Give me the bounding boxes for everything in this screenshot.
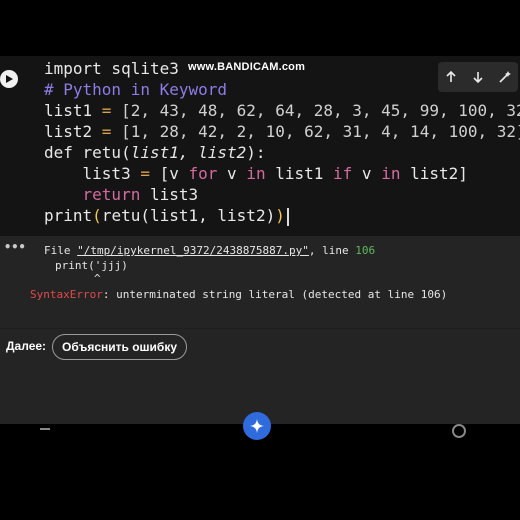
file-path-link[interactable]: "/tmp/ipykernel_9372/2438875887.py" (77, 244, 309, 257)
code-editor[interactable]: import sqlite3 # Python in Keyword list1 =… (44, 58, 520, 226)
file-prefix: File (44, 244, 78, 257)
gemini-fab-button[interactable] (243, 412, 271, 440)
code-line[interactable]: list3 = [v for v in list1 if v in list2] (44, 163, 520, 184)
code-line[interactable]: def retu(list1, list2): (44, 142, 520, 163)
code-line[interactable]: import sqlite3 (44, 58, 520, 79)
offending-code: print('jjj) (55, 259, 128, 272)
code-line[interactable]: list2 = [1, 28, 42, 2, 10, 62, 31, 4, 14… (44, 121, 520, 142)
code-token: ) (275, 206, 285, 225)
sparkle-icon (250, 419, 264, 433)
code-token: in (381, 164, 401, 183)
code-line[interactable]: print(retu(list1, list2)) (44, 205, 520, 226)
search-icon[interactable] (452, 424, 466, 438)
code-token: ): (246, 143, 266, 162)
error-caret: ^ (94, 272, 101, 285)
code-token: retu( (82, 143, 131, 162)
code-token: = (140, 164, 150, 183)
code-token: [2, 43, 48, 62, 64, 28, 3, 45, 99, 100, … (111, 101, 520, 120)
code-token: print (44, 206, 93, 225)
code-line[interactable]: # Python in Keyword (44, 79, 520, 100)
explain-error-button[interactable]: Объяснить ошибку (52, 334, 188, 360)
code-token: list1 (265, 164, 334, 183)
code-token: list3 (140, 185, 199, 204)
code-token: = (101, 122, 112, 141)
file-separator: , line (308, 244, 356, 257)
run-cell-button[interactable] (0, 70, 18, 88)
code-token: def (44, 143, 83, 162)
error-line: SyntaxError: unterminated string literal… (30, 288, 447, 301)
code-token: = (101, 101, 112, 120)
top-black-band (0, 0, 520, 56)
code-token: list2 (44, 122, 102, 141)
code-token: list1 (44, 101, 102, 120)
menu-icon[interactable] (40, 428, 50, 430)
code-token: [v (149, 164, 189, 183)
code-line[interactable]: list1 = [2, 43, 48, 62, 64, 28, 3, 45, 9… (44, 100, 520, 121)
code-token: if (333, 164, 353, 183)
followup-label: Далее: (6, 339, 47, 353)
code-token: list1, list2 (130, 143, 247, 162)
traceback-file-line: File "/tmp/ipykernel_9372/2438875887.py"… (44, 244, 375, 257)
code-token: import sqlite3 (44, 59, 179, 78)
code-token: v (217, 164, 247, 183)
code-token: list3 (44, 164, 141, 183)
code-token: in (246, 164, 266, 183)
code-line[interactable]: return list3 (44, 184, 520, 205)
code-token: [1, 28, 42, 2, 10, 62, 31, 4, 14, 100, 3… (111, 122, 520, 141)
line-number: 106 (355, 244, 376, 257)
code-token: v (352, 164, 382, 183)
text-cursor (286, 207, 289, 226)
code-token: for (188, 164, 218, 183)
code-token: retu(list1, list2) (101, 206, 276, 225)
ellipsis-icon[interactable]: ••• (4, 240, 26, 254)
code-token: list2] (400, 164, 468, 183)
error-name: SyntaxError (30, 288, 103, 301)
play-icon (6, 75, 13, 83)
code-token: return (82, 185, 141, 204)
error-message: : unterminated string literal (detected … (102, 288, 448, 301)
code-token: # Python in Keyword (44, 80, 228, 99)
code-token: ( (92, 206, 102, 225)
